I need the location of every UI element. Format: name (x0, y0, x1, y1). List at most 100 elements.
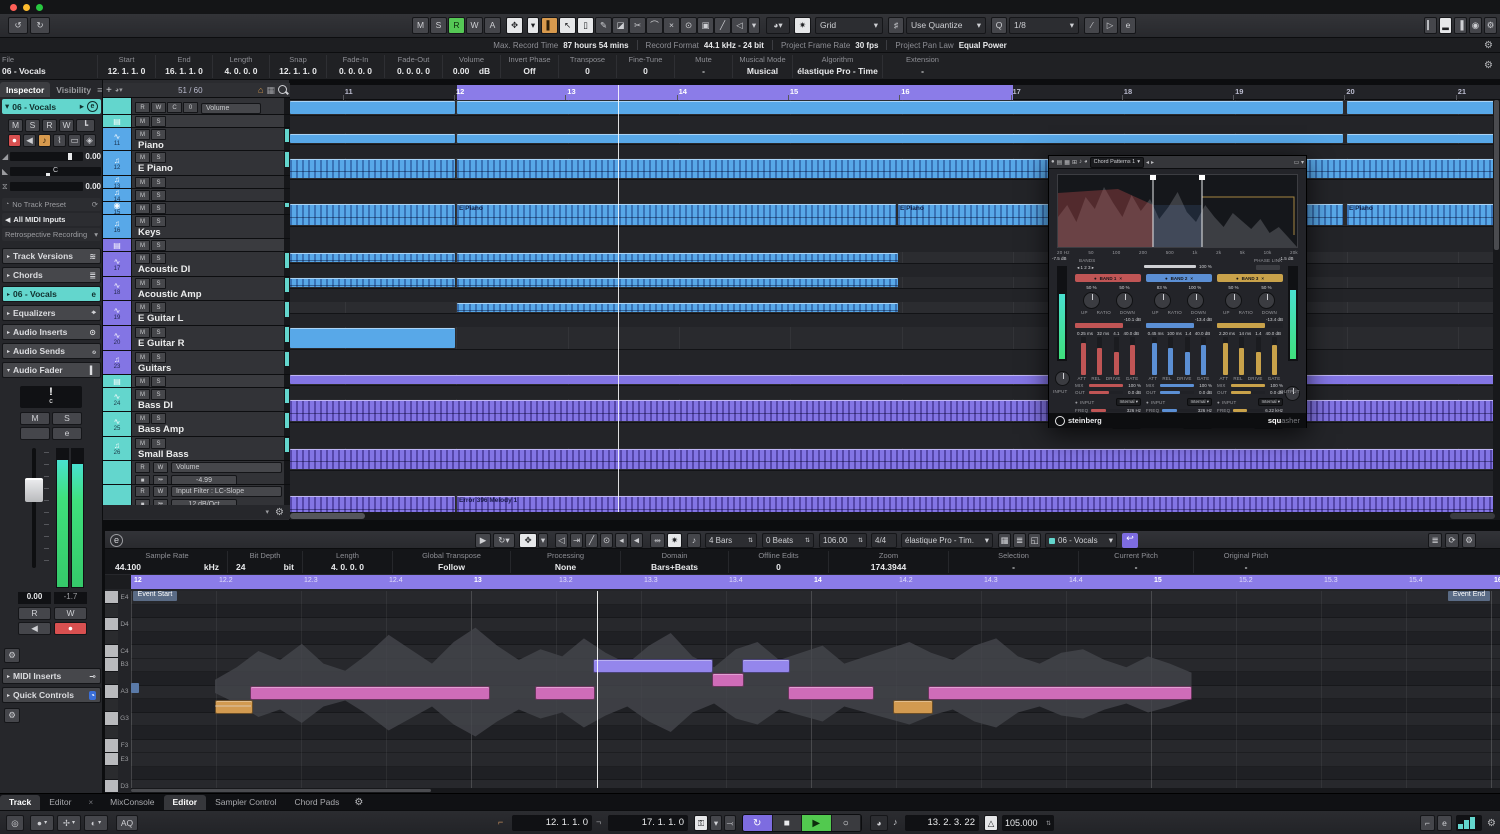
editor-view-grid-icon[interactable]: ▦ (998, 533, 1011, 548)
track-m-button[interactable]: M (135, 376, 150, 387)
track-s-button[interactable]: S (151, 177, 166, 188)
freeze-button[interactable]: ◈ (83, 134, 96, 147)
variaudio-segment-3[interactable] (535, 686, 595, 700)
black-key[interactable] (105, 699, 118, 713)
search-icon[interactable] (278, 85, 287, 96)
track-s-button[interactable]: S (151, 327, 166, 338)
range-tool-button[interactable]: ▯ (577, 17, 594, 34)
editor-content[interactable] (131, 591, 1500, 793)
plugin-window-icon[interactable]: ▭ ▾ (1294, 159, 1304, 166)
mute-automation-button[interactable]: ■ (135, 475, 150, 484)
editor-cursor[interactable] (597, 591, 598, 793)
glue-tool-button[interactable]: ⌒ (646, 17, 663, 34)
track-row-bass-di[interactable]: ∿24MSBass DI●◀C⊕RW▭ (103, 388, 290, 412)
inspector-section-06-vocals[interactable]: ▸06 - Vocalse (2, 286, 101, 302)
piano-key-gs3[interactable] (105, 699, 131, 712)
automation-w-button[interactable]: W (153, 462, 168, 473)
editor-info-sample-rate[interactable]: Sample Rate44.100kHz (107, 551, 227, 573)
info-field-invert-phase[interactable]: Invert PhaseOff (500, 55, 558, 78)
variaudio-segment-9[interactable] (928, 686, 1192, 700)
input-row[interactable]: ◀All MIDI Inputs (2, 213, 101, 226)
track-s-button[interactable]: S (151, 240, 166, 251)
info-field-algorithm[interactable]: Algorithmélastique Pro - Time (792, 55, 882, 78)
track-m-button[interactable]: M (135, 253, 150, 264)
track-s-button[interactable]: S (151, 253, 166, 264)
piano-key-e3[interactable]: E3 (105, 753, 131, 766)
inspector-tab-inspector[interactable]: Inspector (0, 82, 50, 97)
track-row-e-piano[interactable]: ♫12MSE Piano●◀C⊕RW▭ (103, 151, 290, 176)
record-modes-button[interactable]: ●▾ (30, 815, 54, 831)
split-tool-button[interactable]: ✂ (629, 17, 646, 34)
stepper-icon[interactable]: ⇅ (805, 538, 810, 544)
black-key[interactable] (105, 766, 118, 780)
fader-M-button[interactable]: M (20, 412, 50, 425)
band-header[interactable]: ●BAND 3× (1217, 274, 1283, 282)
piano-key-f3[interactable]: F3 (105, 740, 131, 753)
zone-tab-track[interactable]: Track (0, 795, 40, 810)
track-filter-icon[interactable]: ◕▾ (115, 86, 123, 94)
piano-key-g3[interactable]: G3 (105, 713, 131, 726)
pan-handle[interactable] (46, 173, 50, 176)
volume-param-chip[interactable]: Volume (201, 103, 261, 114)
white-key[interactable] (105, 591, 118, 605)
quantize-panel-button[interactable]: e (1120, 17, 1136, 34)
track-m-button[interactable]: M (135, 177, 150, 188)
quantize-value-select[interactable]: 1/8▾ (1009, 17, 1079, 34)
marker-button[interactable]: ⌐ (1420, 815, 1435, 831)
quantize-preset-select[interactable]: Use Quantize▾ (906, 17, 986, 34)
metronome-button[interactable]: △ (984, 815, 998, 831)
event[interactable] (1347, 101, 1500, 114)
editor-info-global-transpose[interactable]: Global TransposeFollow (392, 551, 510, 573)
info-field-snap[interactable]: Snap12. 1. 1. 0 (269, 55, 326, 78)
threshold-bar[interactable] (1146, 323, 1212, 328)
insert-marker-button[interactable]: ▌ (541, 17, 558, 34)
up-knob[interactable] (1083, 292, 1100, 309)
track-row-keys[interactable]: ♫16MSKeysRWC0Volume (103, 215, 290, 239)
editor-tempo-stepper[interactable]: 106.00⇅ (819, 533, 867, 548)
white-key[interactable] (105, 645, 118, 659)
event[interactable] (290, 101, 455, 114)
rel-slider[interactable] (1097, 337, 1102, 375)
editor-setup-gear-icon[interactable]: ⚙ (1462, 533, 1476, 548)
add-track-button[interactable]: + (106, 85, 112, 96)
editor-play-button[interactable]: ▶ (475, 533, 491, 548)
menu-icon[interactable]: ≡ (97, 85, 102, 95)
autoscroll-button[interactable]: ✥ (506, 17, 523, 34)
to-locator-button[interactable]: ⤙ (724, 815, 736, 831)
track-s-button[interactable]: S (151, 438, 166, 449)
track-s-button[interactable]: S (151, 389, 166, 400)
event[interactable] (457, 101, 1343, 114)
right-zone-button[interactable]: ▐ (1454, 17, 1467, 34)
variaudio-segment-6[interactable] (742, 659, 790, 673)
automation-param-chip[interactable]: Volume (171, 462, 282, 473)
editor-info-current-pitch[interactable]: Current Pitch- (1078, 551, 1193, 573)
down-knob[interactable] (1258, 292, 1275, 309)
piano-key-c4[interactable]: C4 (105, 645, 131, 658)
locator-menu-button[interactable]: ▾ (710, 815, 722, 831)
editor-refresh-icon[interactable]: ⟳ (1445, 533, 1459, 548)
variaudio-segment-4[interactable] (593, 659, 713, 673)
track-row-bass[interactable]: ▤MSBass (103, 375, 290, 388)
info-field-fade-in[interactable]: Fade-In0. 0. 0. 0 (326, 55, 384, 78)
setup-button[interactable]: ◉ (1469, 17, 1482, 34)
play-tool-icon[interactable]: ◂ (615, 533, 628, 548)
track-s-button[interactable]: S (151, 129, 166, 140)
volume-handle[interactable] (68, 153, 72, 160)
track-m-button[interactable]: M (135, 190, 150, 201)
track-s-button[interactable]: S (151, 302, 166, 313)
drive-slider[interactable] (1185, 337, 1190, 375)
track-m-button[interactable]: M (135, 389, 150, 400)
automation-r-button[interactable]: R (448, 17, 465, 34)
info-field-end[interactable]: End16. 1. 1. 0 (155, 55, 212, 78)
fader-w-button[interactable]: W (54, 607, 87, 620)
rel-slider[interactable] (1168, 337, 1173, 375)
fader-record-button[interactable]: ● (54, 622, 87, 635)
input-select[interactable]: Internal ▾ (1187, 398, 1212, 406)
vertical-scrollbar[interactable] (1493, 100, 1500, 512)
track-row-small-bass[interactable]: ♫26MSSmall Bass●◀C⊕RW▭ (103, 437, 290, 461)
volume-slider[interactable] (10, 152, 83, 161)
editor-info-length[interactable]: Length4. 0. 0. 0 (302, 551, 392, 573)
track-m-button[interactable]: M (8, 119, 23, 132)
plugin-ab-icon[interactable]: ▦ (1064, 159, 1070, 166)
variaudio-segment-1[interactable] (215, 700, 253, 714)
